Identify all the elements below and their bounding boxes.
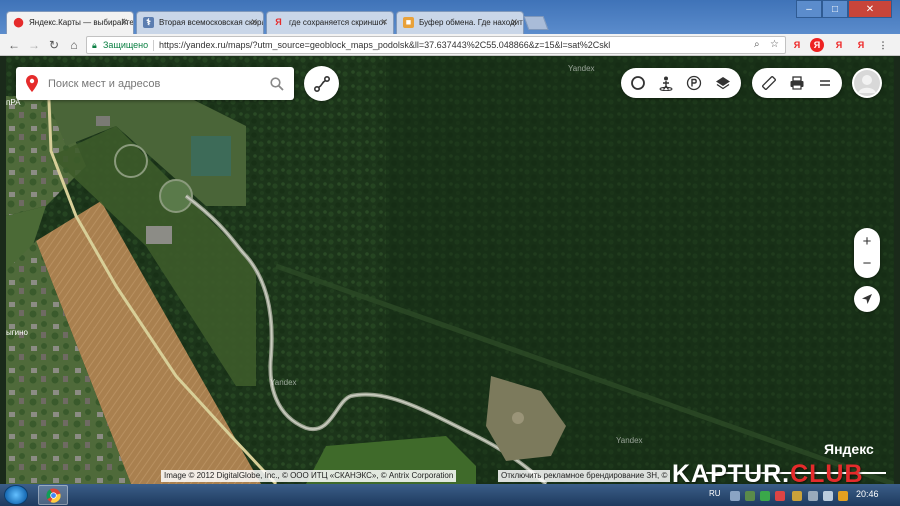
back-button[interactable]: ←: [6, 37, 22, 53]
start-button[interactable]: [4, 485, 28, 505]
windows-taskbar: RU 20:46: [0, 484, 900, 506]
tab-ambulance[interactable]: ⚕ Вторая всемосковская скорая ✕: [136, 11, 264, 34]
route-button[interactable]: [304, 66, 339, 101]
map-tools-panel: [752, 68, 842, 98]
address-bar[interactable]: 🔒︎ Защищено https://yandex.ru/maps/?utm_…: [86, 36, 786, 54]
language-indicator[interactable]: RU: [709, 489, 721, 498]
map-layers-panel: [621, 68, 741, 98]
screen: ⬤ Яндекс.Карты — выбирайте ✕ ⚕ Вторая вс…: [0, 0, 900, 506]
tab-title: где сохраняется скриншот: [289, 18, 387, 27]
hamburger-menu-icon: [820, 80, 830, 86]
user-avatar-button[interactable]: [852, 68, 882, 98]
tab-yandex-maps[interactable]: ⬤ Яндекс.Карты — выбирайте ✕: [6, 11, 134, 34]
print-button[interactable]: [788, 74, 806, 92]
menu-button[interactable]: [816, 74, 834, 92]
url-text[interactable]: https://yandex.ru/maps/?utm_source=geobl…: [159, 37, 759, 53]
reload-button[interactable]: ↻: [46, 37, 62, 53]
tray-app-icon[interactable]: [745, 491, 755, 501]
zoom-in-button[interactable]: +: [863, 231, 872, 253]
route-icon: [313, 75, 330, 92]
layers-button[interactable]: [714, 74, 732, 92]
browser-tab-bar: ⬤ Яндекс.Карты — выбирайте ✕ ⚕ Вторая вс…: [0, 0, 900, 34]
parking-button[interactable]: [685, 74, 703, 92]
tab-title: Яндекс.Карты — выбирайте: [29, 18, 134, 27]
close-tab-icon[interactable]: ✕: [380, 17, 388, 28]
tray-app-icon[interactable]: [730, 491, 740, 501]
satellite-imagery: [6, 56, 894, 484]
imagery-watermark: Yandex: [616, 436, 643, 445]
panorama-button[interactable]: [657, 74, 675, 92]
flag-icon[interactable]: [838, 491, 848, 501]
zoom-control: + −: [854, 228, 880, 278]
imagery-copyright: Image © 2012 DigitalGlobe, Inc., © ООО И…: [161, 470, 457, 482]
divider: [153, 40, 154, 51]
lock-icon: 🔒︎: [92, 40, 97, 50]
close-tab-icon[interactable]: ✕: [510, 17, 518, 28]
site-favicon: ⚕: [143, 17, 154, 28]
yandex-extension-icon[interactable]: Я: [854, 38, 868, 52]
location-arrow-icon: [862, 294, 872, 304]
security-label: Защищено: [103, 40, 149, 50]
chrome-taskbar-button[interactable]: [38, 485, 68, 505]
tab-clipboard[interactable]: ■ Буфер обмена. Где находится ✕: [396, 11, 524, 34]
menu-icon[interactable]: ⋮: [876, 38, 890, 52]
avatar-icon: [854, 70, 880, 96]
search-box: [16, 67, 294, 100]
maximize-button[interactable]: □: [822, 0, 848, 18]
close-tab-icon[interactable]: ✕: [250, 17, 258, 28]
layers-icon: [716, 77, 730, 90]
imagery-watermark: Yandex: [568, 64, 595, 73]
volume-icon[interactable]: [823, 491, 833, 501]
close-window-button[interactable]: ✕: [848, 0, 892, 18]
panorama-person-icon: [659, 76, 673, 91]
imagery-watermark: Yandex: [270, 378, 297, 387]
tab-title: Буфер обмена. Где находится: [419, 18, 524, 27]
map-pin-icon: [26, 75, 38, 92]
parking-icon: [686, 75, 702, 91]
minimize-button[interactable]: –: [796, 0, 822, 18]
traffic-button[interactable]: [629, 74, 647, 92]
site-favicon: ■: [403, 17, 414, 28]
ruler-button[interactable]: [760, 74, 778, 92]
print-icon: [790, 76, 804, 90]
search-icon[interactable]: [270, 77, 284, 91]
disable-branding-link[interactable]: Отключить рекламное брендирование ЗН, ©: [498, 470, 671, 482]
yandex-maps-favicon: ⬤: [13, 17, 24, 27]
tray-app-icon[interactable]: [760, 491, 770, 501]
zoom-icon[interactable]: ⌕: [754, 37, 760, 53]
tab-screenshot-search[interactable]: Я где сохраняется скриншот ✕: [266, 11, 394, 34]
browser-toolbar: ← → ↻ ⌂ 🔒︎ Защищено https://yandex.ru/ma…: [0, 34, 900, 56]
tab-title: Вторая всемосковская скорая: [159, 18, 264, 27]
yandex-favicon: Я: [275, 17, 282, 27]
new-tab-button[interactable]: [523, 16, 549, 30]
chrome-icon: [46, 488, 61, 503]
zoom-out-button[interactable]: −: [863, 253, 872, 275]
geolocation-button[interactable]: [854, 286, 880, 312]
ruler-icon: [762, 76, 776, 90]
forward-button[interactable]: →: [26, 37, 42, 53]
home-button[interactable]: ⌂: [66, 37, 82, 53]
network-icon[interactable]: [808, 491, 818, 501]
satellite-map[interactable]: пРА ыгино Yandex Yandex Yandex Поиск мес…: [6, 56, 894, 484]
map-label-village: ыгино: [6, 328, 29, 337]
yandex-extension-icon[interactable]: Я: [810, 38, 824, 52]
close-tab-icon[interactable]: ✕: [120, 17, 128, 28]
yandex-extension-icon[interactable]: Я: [790, 38, 804, 52]
clock[interactable]: 20:46: [856, 489, 879, 499]
tray-app-icon[interactable]: [792, 491, 802, 501]
search-input[interactable]: [48, 75, 258, 93]
tray-app-icon[interactable]: [775, 491, 785, 501]
yandex-logo: Яндекс: [824, 441, 874, 457]
bookmark-star-icon[interactable]: ☆: [770, 37, 779, 53]
yandex-extension-icon[interactable]: Я: [832, 38, 846, 52]
traffic-icon: [631, 76, 645, 90]
